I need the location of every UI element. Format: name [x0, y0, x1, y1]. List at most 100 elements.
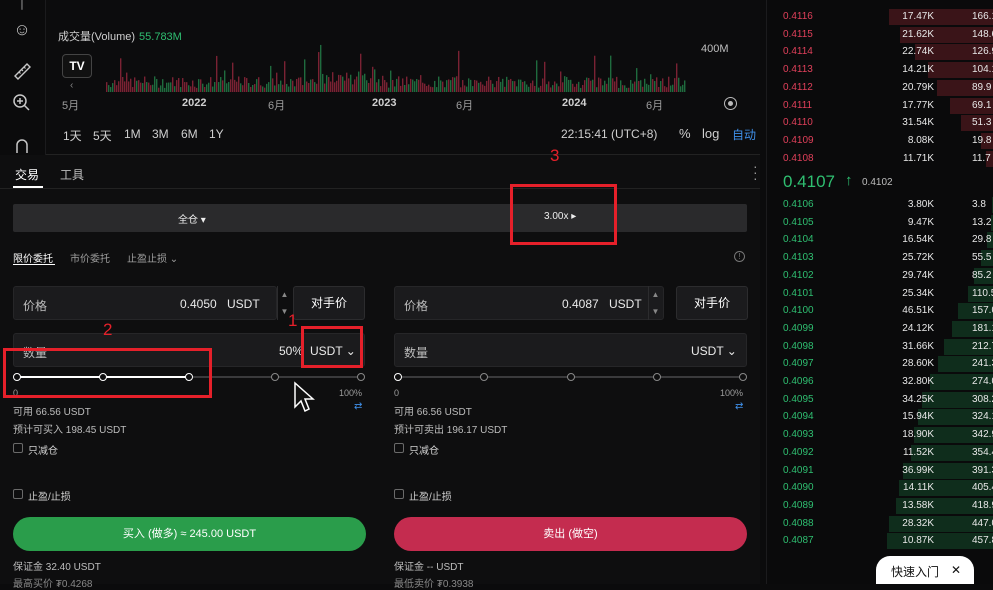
sell-short-button[interactable]: 卖出 (做空): [394, 517, 747, 551]
volume-bar: [328, 77, 330, 92]
sell-price-stepper[interactable]: ▲ ▼: [648, 286, 662, 320]
buy-reduce-only-label: 只减仓: [28, 446, 58, 457]
order-total: 457.8: [972, 535, 993, 547]
buy-tpsl-checkbox[interactable]: [13, 489, 23, 499]
buy-price-field[interactable]: 价格 0.4050 USDT ▲ ▼: [13, 286, 288, 320]
slider-step-50[interactable]: [566, 373, 575, 381]
emoji-icon[interactable]: ☺: [11, 19, 33, 41]
scroll-left-icon[interactable]: ‹: [70, 80, 73, 91]
buy-long-button[interactable]: 买入 (做多) ≈ 245.00 USDT: [13, 517, 366, 551]
timeframe-6m[interactable]: 6M: [181, 127, 198, 141]
bid-row[interactable]: 0.4093 18.90K 342.9: [767, 426, 993, 444]
bid-row[interactable]: 0.4089 13.58K 418.9: [767, 497, 993, 515]
bid-row[interactable]: 0.4104 16.54K 29.8: [767, 231, 993, 249]
volume-bar: [318, 52, 320, 92]
bid-row[interactable]: 0.4097 28.60K 241.3: [767, 355, 993, 373]
margin-mode-selector[interactable]: 全仓 ▾: [178, 211, 206, 226]
sell-quantity-unit-selector[interactable]: USDT ⌄: [691, 344, 737, 358]
order-total: 13.2: [972, 216, 992, 228]
drawing-tool-icon[interactable]: ᛏ: [11, 0, 33, 14]
slider-step-100[interactable]: [739, 373, 747, 381]
volume-bar: [356, 76, 358, 92]
quick-entry-popup[interactable]: 快速入门 ✕: [876, 556, 974, 584]
order-type-market[interactable]: 市价委托: [70, 250, 110, 265]
bid-row[interactable]: 0.4087 10.87K 457.8: [767, 532, 993, 550]
bid-row[interactable]: 0.4092 11.52K 354.4: [767, 444, 993, 462]
volume-bar: [496, 81, 498, 92]
slider-step-25[interactable]: [480, 373, 489, 381]
bid-row[interactable]: 0.4105 9.47K 13.2: [767, 214, 993, 232]
timeframe-1d[interactable]: 1天: [63, 127, 82, 144]
timeframe-3m[interactable]: 3M: [152, 127, 169, 141]
volume-bar: [340, 75, 342, 92]
volume-bar: [620, 80, 622, 92]
sell-quantity-field[interactable]: 数量 USDT ⌄: [394, 333, 747, 367]
ask-row[interactable]: 0.4114 22.74K 126.9: [767, 43, 993, 61]
ask-row[interactable]: 0.4113 14.21K 104.1: [767, 61, 993, 79]
log-scale-button[interactable]: log: [702, 126, 719, 141]
bid-row[interactable]: 0.4106 3.80K 3.8: [767, 196, 993, 214]
slider-step-0[interactable]: [394, 373, 402, 381]
sell-price-field[interactable]: 价格 0.4087 USDT ▲ ▼: [394, 286, 664, 320]
sell-counter-price-button[interactable]: 对手价: [676, 286, 748, 320]
ask-row[interactable]: 0.4110 31.54K 51.3: [767, 114, 993, 132]
ask-row[interactable]: 0.4116 17.47K 166.1: [767, 8, 993, 26]
order-type-indicator: [13, 264, 55, 265]
ask-row[interactable]: 0.4111 17.77K 69.1: [767, 97, 993, 115]
volume-bar: [450, 80, 452, 92]
ask-row[interactable]: 0.4109 8.08K 19.8: [767, 132, 993, 150]
buy-price-value[interactable]: 0.4050: [180, 297, 217, 311]
bid-row[interactable]: 0.4099 24.12K 181.1: [767, 320, 993, 338]
volume-bar: [362, 75, 364, 92]
more-options-icon[interactable]: · · ·: [753, 159, 758, 185]
volume-bar: [364, 73, 366, 92]
ask-row[interactable]: 0.4112 20.79K 89.9: [767, 79, 993, 97]
bid-row[interactable]: 0.4091 36.99K 391.3: [767, 462, 993, 480]
percent-scale-button[interactable]: %: [679, 126, 691, 141]
sell-reduce-only-checkbox[interactable]: [394, 443, 404, 453]
bid-row[interactable]: 0.4098 31.66K 212.7: [767, 338, 993, 356]
volume-bar: [684, 80, 686, 92]
volume-bar: [306, 81, 308, 92]
bid-row[interactable]: 0.4094 15.94K 324.1: [767, 408, 993, 426]
ask-row[interactable]: 0.4115 21.62K 148.6: [767, 26, 993, 44]
price-chart[interactable]: 成交量(Volume) 55.783M TV 400M ‹ 5月 2022 6月 …: [46, 0, 760, 155]
bid-row[interactable]: 0.4090 14.11K 405.4: [767, 479, 993, 497]
slider-step-100[interactable]: [357, 373, 365, 381]
bid-row[interactable]: 0.4102 29.74K 85.2: [767, 267, 993, 285]
bid-row[interactable]: 0.4100 46.51K 157.0: [767, 302, 993, 320]
bid-row[interactable]: 0.4103 25.72K 55.5: [767, 249, 993, 267]
quick-entry-label[interactable]: 快速入门: [891, 563, 939, 580]
timeframe-1m[interactable]: 1M: [124, 127, 141, 141]
bid-row[interactable]: 0.4095 34.25K 308.2: [767, 391, 993, 409]
bid-row[interactable]: 0.4101 25.34K 110.5: [767, 285, 993, 303]
sell-price-value[interactable]: 0.4087: [562, 297, 599, 311]
chart-clock: 22:15:41 (UTC+8): [561, 127, 658, 141]
timeframe-5d[interactable]: 5天: [93, 127, 112, 144]
ruler-icon[interactable]: [11, 61, 33, 83]
auto-scale-button[interactable]: 自动: [732, 126, 756, 143]
buy-counter-price-button[interactable]: 对手价: [293, 286, 365, 320]
buy-quantity-percent[interactable]: 50%: [279, 344, 303, 358]
slider-step-75[interactable]: [271, 373, 279, 381]
buy-reduce-only-checkbox[interactable]: [13, 443, 23, 453]
order-type-tpsl[interactable]: 止盈止损 ⌄: [127, 250, 178, 265]
bid-row[interactable]: 0.4096 32.80K 274.0: [767, 373, 993, 391]
zoom-in-icon[interactable]: [11, 93, 33, 115]
tab-tools[interactable]: 工具: [60, 166, 84, 183]
tab-trade[interactable]: 交易: [15, 166, 39, 183]
swap-icon[interactable]: ⇄: [354, 401, 362, 412]
ask-row[interactable]: 0.4108 11.71K 11.7: [767, 150, 993, 168]
swap-icon[interactable]: ⇄: [735, 401, 743, 412]
order-type-limit[interactable]: 限价委托: [13, 250, 53, 265]
x-tick: 2022: [182, 97, 207, 109]
bid-row[interactable]: 0.4088 28.32K 447.0: [767, 515, 993, 533]
close-icon[interactable]: ✕: [951, 563, 961, 577]
volume-bar: [594, 55, 596, 92]
sell-tpsl-checkbox[interactable]: [394, 489, 404, 499]
slider-step-75[interactable]: [652, 373, 661, 381]
sell-quantity-slider[interactable]: [394, 371, 747, 383]
timeframe-1y[interactable]: 1Y: [209, 127, 224, 141]
info-icon[interactable]: !: [734, 251, 745, 262]
chart-settings-icon[interactable]: [724, 97, 737, 110]
